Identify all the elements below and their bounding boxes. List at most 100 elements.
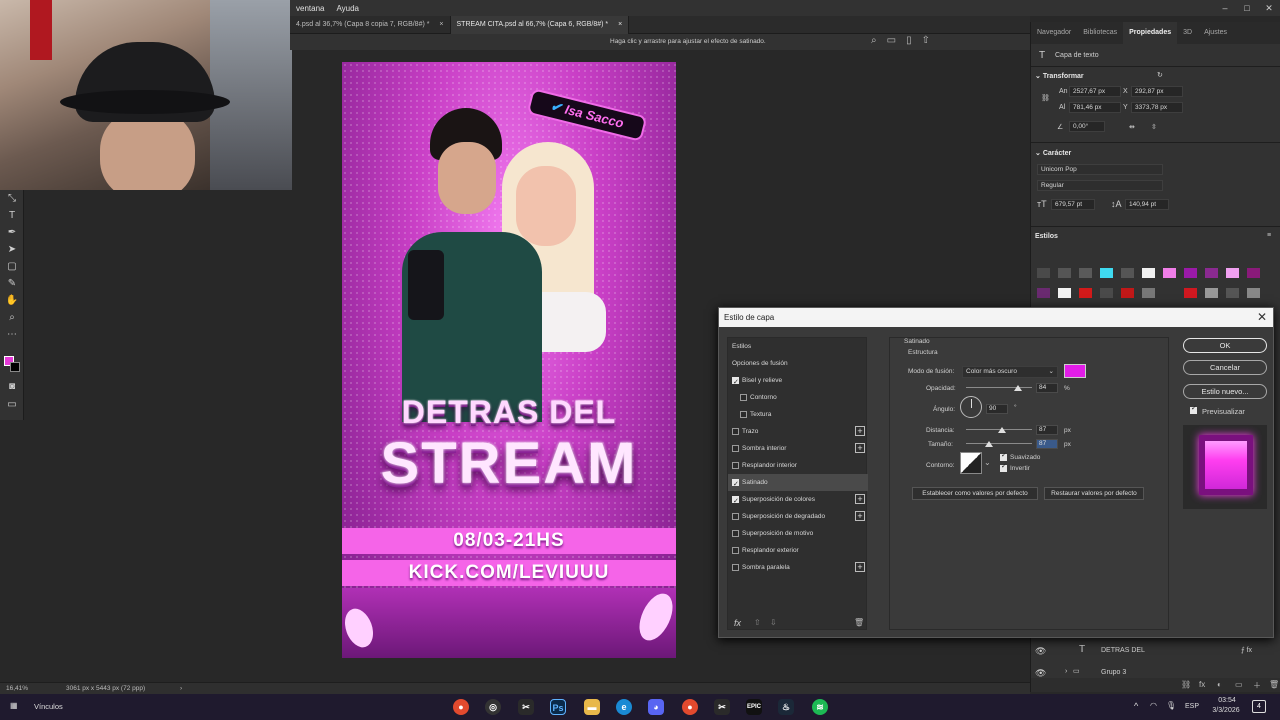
menu-item-ventana[interactable]: ventana [296,4,324,13]
close-icon[interactable]: ✕ [1257,308,1267,327]
style-swatch[interactable] [1247,288,1260,298]
language-indicator[interactable]: ESP [1185,703,1199,710]
add-icon[interactable]: + [855,443,865,453]
clock-date[interactable]: 3/3/2026 [1206,707,1246,714]
microphone-icon[interactable]: 🎙 [1166,701,1176,710]
new-style-button[interactable]: Estilo nuevo... [1183,384,1267,399]
style-swatch[interactable] [1058,268,1071,278]
notification-icon[interactable]: 4 [1252,700,1266,713]
trash-icon[interactable]: 🗑 [854,618,864,627]
chevron-up-icon[interactable]: ^ [1134,701,1138,711]
spotify-icon[interactable]: ≋ [812,699,828,715]
path-select-icon[interactable]: ⤡ [0,190,24,207]
capcut-icon[interactable]: ✂ [518,699,534,715]
checkbox[interactable] [732,530,739,537]
style-swatch[interactable] [1226,288,1239,298]
style-item-satin[interactable]: Satinado [728,474,868,493]
style-item-bevel[interactable]: Bisel y relieve [728,372,868,391]
move-down-icon[interactable]: ⇩ [770,618,777,627]
character-header[interactable]: ⌄ Carácter [1035,149,1071,157]
workspace-icon[interactable]: ▭ [887,35,896,46]
style-item-outer-glow[interactable]: Resplandor exterior [728,542,868,559]
move-up-icon[interactable]: ⇧ [754,618,761,627]
contour-picker[interactable] [960,452,982,474]
size-slider-thumb[interactable] [985,441,993,447]
distance-slider-thumb[interactable] [998,427,1006,433]
x-field[interactable]: 292,87 px [1131,86,1183,97]
document-canvas[interactable]: ✔Isa Sacco DETRAS DEL STREAM 08/03-21HS … [342,62,676,658]
checkbox[interactable] [740,411,747,418]
rectangle-tool-icon[interactable]: ▢ [0,258,24,275]
blend-mode-select[interactable]: Color más oscuro ⌄ [962,366,1058,378]
fx-icon[interactable]: fx [1199,680,1205,689]
height-field[interactable]: 781,46 px [1069,102,1121,113]
style-swatch[interactable] [1037,288,1050,298]
epic-games-icon[interactable]: EPIC [746,699,762,715]
checkbox[interactable] [740,394,747,401]
reset-icon[interactable]: ↻ [1157,71,1163,79]
style-item-inner-glow[interactable]: Resplandor interior [728,457,868,474]
close-icon[interactable]: ✕ [1258,0,1280,16]
set-default-button[interactable]: Establecer como valores por defecto [912,487,1038,500]
flip-horizontal-icon[interactable]: ⇹ [1129,123,1135,131]
angle-dial[interactable] [960,396,982,418]
antialias-checkbox[interactable] [1000,451,1007,461]
checkbox[interactable] [732,462,739,469]
background-color-swatch[interactable] [10,362,20,372]
steam-icon[interactable]: ♨ [778,699,794,715]
add-icon[interactable]: + [855,511,865,521]
chevron-right-icon[interactable]: › [1065,668,1067,675]
clock-time[interactable]: 03:54 [1210,697,1244,704]
type-tool-icon[interactable]: T [0,207,24,224]
style-swatch[interactable] [1058,288,1071,298]
tab-navegador[interactable]: Navegador [1031,22,1077,44]
distance-field[interactable]: 87 [1036,425,1058,435]
more-tools-icon[interactable]: ⋯ [0,326,24,343]
style-swatch[interactable] [1247,268,1260,278]
pen-tool-icon[interactable]: ✒ [0,224,24,241]
invert-checkbox[interactable] [1000,462,1007,472]
blending-options-item[interactable]: Opciones de fusión [728,355,868,372]
style-item-contour[interactable]: Contorno [728,389,868,406]
tab-propiedades[interactable]: Propiedades [1123,22,1178,44]
checkbox[interactable] [732,513,739,520]
flip-vertical-icon[interactable]: ⇳ [1151,123,1157,131]
style-swatch[interactable] [1142,268,1155,278]
wifi-icon[interactable]: ◠ [1150,701,1157,710]
style-swatch[interactable] [1226,268,1239,278]
checkbox[interactable] [732,374,739,391]
chrome-icon[interactable]: ● [682,699,698,715]
blend-color-swatch[interactable] [1064,364,1086,378]
style-swatch[interactable] [1163,268,1176,278]
style-item-pattern-overlay[interactable]: Superposición de motivo [728,525,868,542]
size-field[interactable]: 87 [1036,439,1058,449]
style-item-inner-shadow[interactable]: Sombra interior + [728,440,868,457]
style-swatch[interactable] [1079,268,1092,278]
hand-tool-icon[interactable]: ✋ [0,292,24,309]
style-swatch[interactable] [1100,288,1113,298]
checkbox[interactable] [732,493,739,510]
y-field[interactable]: 3373,78 px [1131,102,1183,113]
style-item-texture[interactable]: Textura [728,406,868,423]
styles-header[interactable]: Estilos [1035,233,1058,240]
fx-icon[interactable]: ⨍ fx [1241,646,1252,654]
taskbar-links[interactable]: Vínculos [34,702,63,711]
preview-checkbox[interactable] [1190,404,1197,414]
width-field[interactable]: 2527,67 px [1069,86,1121,97]
discord-icon[interactable]: ◕ [648,699,664,715]
checkbox[interactable] [732,564,739,571]
style-swatch[interactable] [1079,288,1092,298]
fx-menu-button[interactable]: fx [734,618,741,628]
link-layers-icon[interactable]: ⛓ [1181,680,1191,689]
style-swatch[interactable] [1121,268,1134,278]
style-item-color-overlay[interactable]: Superposición de colores+ [728,491,868,510]
size-slider[interactable] [966,443,1032,444]
style-item-drop-shadow[interactable]: Sombra paralela + [728,559,868,576]
style-swatch[interactable] [1184,288,1197,298]
close-tab-icon[interactable]: × [618,21,622,28]
opacity-slider-thumb[interactable] [1014,385,1022,391]
menu-item-ayuda[interactable]: Ayuda [336,4,359,13]
style-swatch[interactable] [1142,288,1155,298]
zoom-level[interactable]: 16,41% [6,685,28,692]
close-tab-icon[interactable]: × [439,21,443,28]
